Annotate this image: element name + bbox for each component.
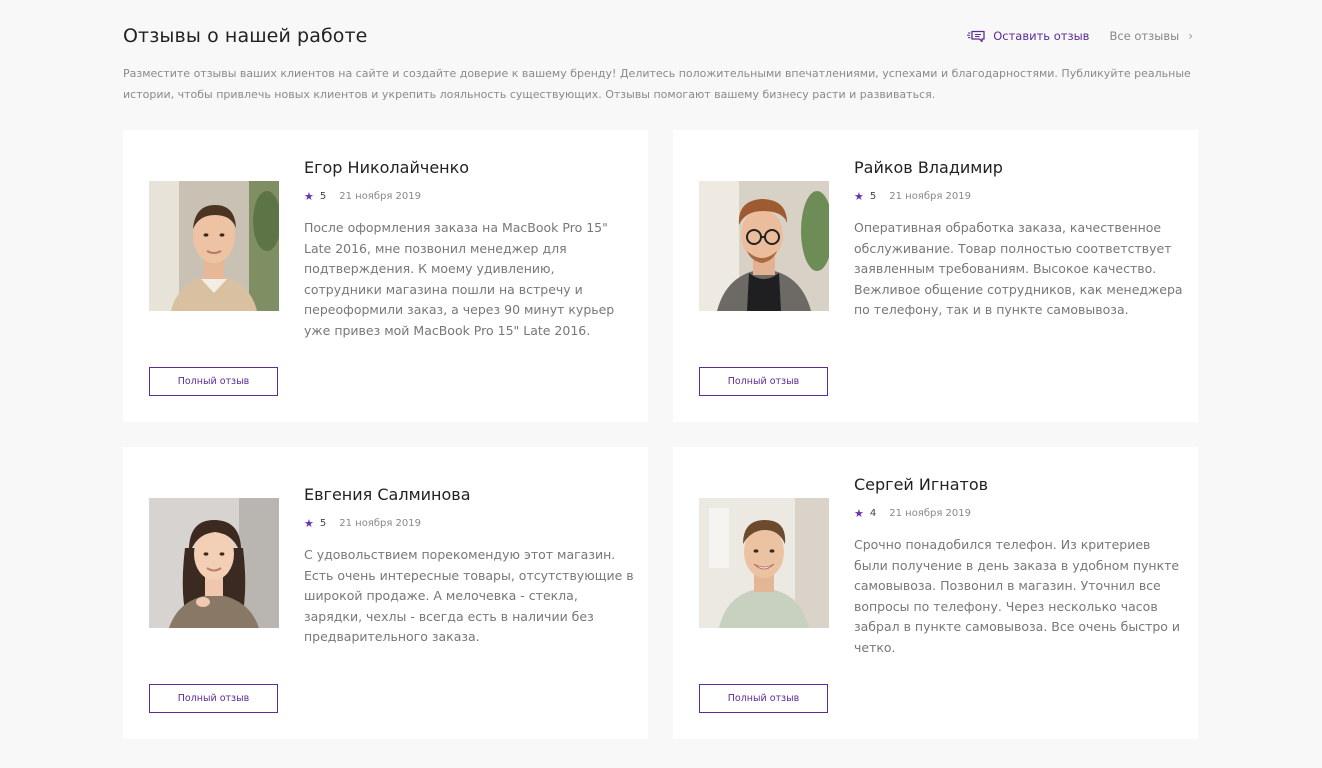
review-text: Срочно понадобился телефон. Из критериев… [854,537,1181,655]
reviews-section: Отзывы о нашей работе Оставить отзыв Все… [123,0,1198,768]
star-icon: ★ [304,517,314,530]
review-card: Евгения Салминова ★ 5 21 ноября 2019 С у… [123,447,648,739]
review-card: Райков Владимир ★ 5 21 ноября 2019 Опера… [673,130,1198,422]
full-review-button[interactable]: Полный отзыв [699,684,828,713]
review-text: Оперативная обработка заказа, качественн… [854,220,1183,317]
full-review-button[interactable]: Полный отзыв [149,367,278,396]
avatar [149,181,279,311]
chevron-right-icon: › [1188,29,1193,43]
avatar [149,498,279,628]
leave-review-link[interactable]: Оставить отзыв [967,29,1089,43]
all-reviews-link[interactable]: Все отзывы › [1109,29,1193,43]
review-rating: 4 [869,508,877,519]
avatar [699,498,829,628]
review-date: 21 ноября 2019 [889,191,971,202]
review-rating: 5 [319,518,327,529]
section-title: Отзывы о нашей работе [123,25,368,47]
review-rating: 5 [869,191,877,202]
avatar [699,181,829,311]
review-date: 21 ноября 2019 [339,191,421,202]
all-reviews-label: Все отзывы [1109,29,1180,43]
review-icon [967,30,985,43]
star-icon: ★ [854,190,864,203]
review-date: 21 ноября 2019 [339,518,421,529]
review-card: Егор Николайченко ★ 5 21 ноября 2019 Пос… [123,130,648,422]
reviewer-name: Егор Николайченко [304,158,470,177]
review-meta: ★ 5 21 ноября 2019 [854,190,971,203]
review-rating: 5 [319,191,327,202]
section-description: Разместите отзывы ваших клиентов на сайт… [123,67,1191,101]
header-links: Оставить отзыв Все отзывы › [967,29,1193,43]
review-meta: ★ 5 21 ноября 2019 [304,517,421,530]
full-review-button[interactable]: Полный отзыв [149,684,278,713]
star-icon: ★ [304,190,314,203]
review-card: Сергей Игнатов ★ 4 21 ноября 2019 Срочно… [673,447,1198,739]
star-icon: ★ [854,507,864,520]
reviewer-name: Райков Владимир [854,158,1003,177]
reviewer-name: Евгения Салминова [304,485,471,504]
review-text: После оформления заказа на MacBook Pro 1… [304,220,615,338]
reviewer-name: Сергей Игнатов [854,475,989,494]
review-text: С удовольствием порекомендую этот магази… [304,547,634,644]
review-date: 21 ноября 2019 [889,508,971,519]
review-meta: ★ 5 21 ноября 2019 [304,190,421,203]
leave-review-label: Оставить отзыв [993,29,1090,43]
review-meta: ★ 4 21 ноября 2019 [854,507,971,520]
full-review-button[interactable]: Полный отзыв [699,367,828,396]
